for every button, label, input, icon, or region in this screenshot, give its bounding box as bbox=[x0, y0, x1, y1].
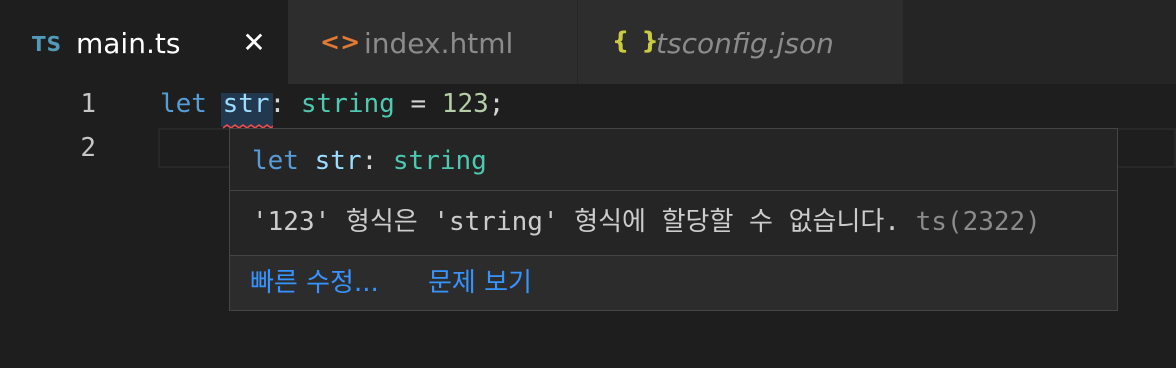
tab-index-html[interactable]: <> index.html bbox=[288, 0, 578, 84]
tab-label: main.ts bbox=[76, 27, 181, 60]
error-message: '123' 형식은 'string' 형식에 할당할 수 없습니다. ts(23… bbox=[252, 203, 1041, 241]
tab-label: index.html bbox=[364, 27, 514, 60]
semicolon-token: ; bbox=[488, 89, 505, 119]
quick-fix-link[interactable]: 빠른 수정... bbox=[250, 264, 379, 302]
tab-tsconfig-json[interactable]: { } tsconfig.json bbox=[578, 0, 904, 84]
keyword-token: let bbox=[160, 89, 207, 119]
close-icon[interactable]: ✕ bbox=[240, 26, 268, 60]
tab-bar: TS main.ts ✕ <> index.html { } tsconfig.… bbox=[0, 0, 1176, 84]
line-number: 2 bbox=[80, 133, 96, 163]
typescript-file-icon: TS bbox=[32, 32, 63, 56]
view-problem-link[interactable]: 문제 보기 bbox=[428, 264, 532, 302]
keyword-token: let bbox=[252, 146, 299, 176]
code-editor: TS main.ts ✕ <> index.html { } tsconfig.… bbox=[0, 0, 1176, 368]
number-token: 123 bbox=[441, 89, 489, 119]
type-token: string bbox=[392, 146, 487, 176]
html-file-icon: <> bbox=[320, 28, 361, 56]
colon-token: : bbox=[361, 146, 378, 176]
identifier-token: str bbox=[314, 146, 362, 176]
identifier-text: str bbox=[222, 89, 270, 119]
divider bbox=[230, 190, 1117, 191]
equals-token: = bbox=[410, 89, 427, 119]
code-line-1[interactable]: let str: string = 123; bbox=[160, 84, 505, 130]
identifier-token[interactable]: str bbox=[220, 89, 273, 130]
hover-signature: let str: string bbox=[252, 143, 487, 179]
tab-main-ts[interactable]: TS main.ts ✕ bbox=[0, 0, 288, 84]
error-text: '123' 형식은 'string' 형식에 할당할 수 없습니다. bbox=[252, 207, 900, 237]
json-file-icon: { } bbox=[612, 27, 661, 55]
hover-tooltip: let str: string '123' 형식은 'string' 형식에 할… bbox=[229, 128, 1118, 311]
line-number: 1 bbox=[80, 89, 96, 119]
type-token: string bbox=[300, 89, 395, 119]
hover-actions-bar: 빠른 수정... 문제 보기 bbox=[230, 256, 1117, 310]
error-code: ts(2322) bbox=[915, 207, 1041, 237]
tab-label: tsconfig.json bbox=[656, 27, 834, 60]
